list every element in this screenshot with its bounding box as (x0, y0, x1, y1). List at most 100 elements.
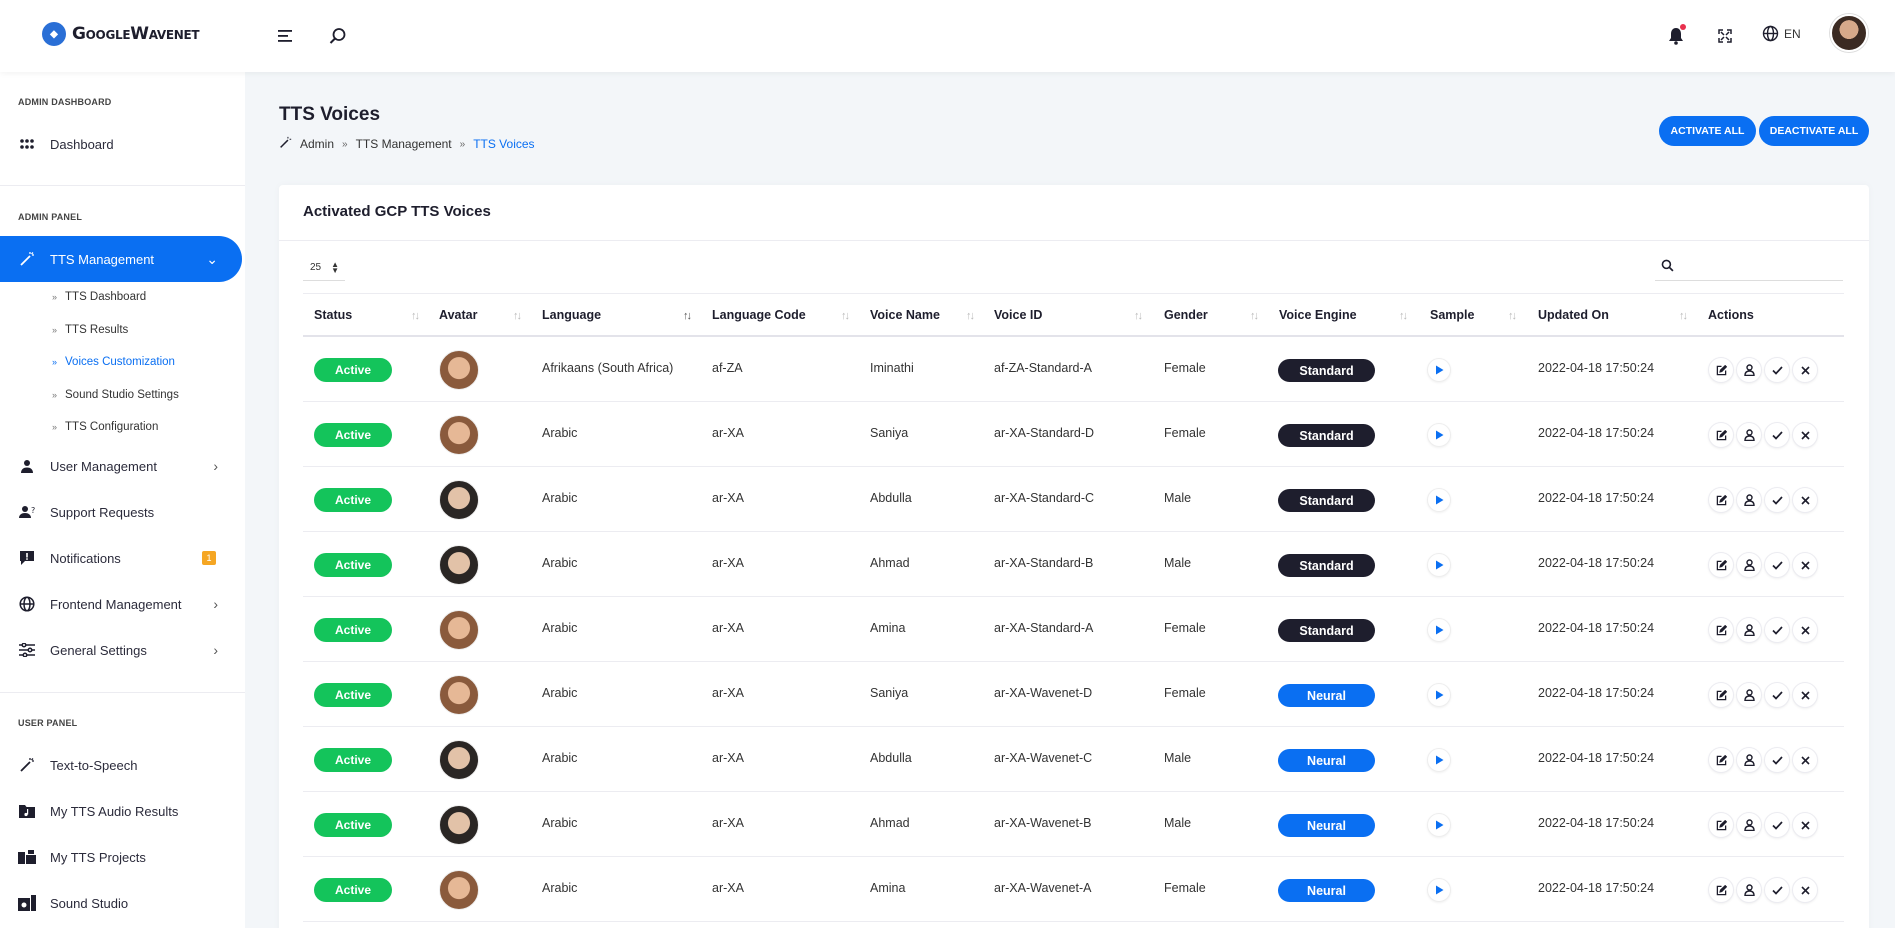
check-button[interactable] (1764, 812, 1790, 838)
user-avatar-edit-button[interactable] (1736, 747, 1762, 773)
check-button[interactable] (1764, 357, 1790, 383)
close-button[interactable] (1792, 877, 1818, 903)
user-avatar-edit-button[interactable] (1736, 422, 1762, 448)
sort-icon[interactable]: ↑↓ (1399, 310, 1408, 322)
check-button[interactable] (1764, 877, 1790, 903)
play-sample-button[interactable] (1427, 813, 1451, 837)
edit-button[interactable] (1708, 877, 1734, 903)
edit-button[interactable] (1708, 487, 1734, 513)
cell-language-code: ar-XA (712, 881, 744, 895)
sidebar-item-sound-studio[interactable]: Sound Studio (0, 880, 242, 926)
check-button[interactable] (1764, 747, 1790, 773)
submenu-sound-studio-settings[interactable]: » Sound Studio Settings (52, 389, 179, 401)
cell-updated-on: 2022-04-18 17:50:24 (1538, 621, 1655, 635)
col-updated-on[interactable]: Updated On (1538, 308, 1609, 322)
sort-icon[interactable]: ↑↓ (1134, 310, 1143, 322)
close-icon (1800, 625, 1810, 635)
play-sample-button[interactable] (1427, 488, 1451, 512)
table-search-input[interactable] (1655, 251, 1843, 281)
user-avatar-edit-button[interactable] (1736, 552, 1762, 578)
sidebar-item-general-settings[interactable]: General Settings › (0, 627, 242, 673)
sidebar-item-tts-management[interactable]: TTS Management ⌄ (0, 236, 242, 282)
language-selector[interactable]: EN (1762, 25, 1801, 42)
close-button[interactable] (1792, 617, 1818, 643)
edit-button[interactable] (1708, 422, 1734, 448)
sidebar-item-frontend-management[interactable]: Frontend Management › (0, 581, 242, 627)
sidebar-item-dashboard[interactable]: Dashboard (0, 121, 242, 167)
bell-icon[interactable] (1664, 24, 1688, 48)
col-voice-id[interactable]: Voice ID (994, 308, 1042, 322)
col-gender[interactable]: Gender (1164, 308, 1208, 322)
close-button[interactable] (1792, 422, 1818, 448)
close-button[interactable] (1792, 812, 1818, 838)
user-avatar-edit-button[interactable] (1736, 357, 1762, 383)
brand-logo[interactable]: ◆ GoogleWavenet (42, 22, 200, 46)
breadcrumb-admin[interactable]: Admin (300, 137, 334, 151)
sort-icon[interactable]: ↑↓ (841, 310, 850, 322)
edit-button[interactable] (1708, 617, 1734, 643)
edit-button[interactable] (1708, 357, 1734, 383)
activate-all-button[interactable]: ACTIVATE ALL (1659, 116, 1756, 146)
col-avatar[interactable]: Avatar (439, 308, 477, 322)
submenu-tts-results[interactable]: » TTS Results (52, 324, 128, 336)
sort-icon[interactable]: ↑↓ (966, 310, 975, 322)
edit-button[interactable] (1708, 812, 1734, 838)
edit-button[interactable] (1708, 747, 1734, 773)
fullscreen-icon[interactable] (1713, 24, 1737, 48)
col-status[interactable]: Status (314, 308, 352, 322)
close-button[interactable] (1792, 552, 1818, 578)
close-button[interactable] (1792, 487, 1818, 513)
play-sample-button[interactable] (1427, 683, 1451, 707)
page-title: TTS Voices (279, 104, 381, 125)
check-icon (1771, 755, 1783, 765)
play-sample-button[interactable] (1427, 358, 1451, 382)
close-button[interactable] (1792, 357, 1818, 383)
sort-asc-icon[interactable]: ↑↓ (683, 310, 692, 322)
user-avatar-edit-button[interactable] (1736, 617, 1762, 643)
edit-button[interactable] (1708, 682, 1734, 708)
play-sample-button[interactable] (1427, 878, 1451, 902)
user-avatar[interactable] (1830, 14, 1868, 52)
submenu-tts-configuration[interactable]: » TTS Configuration (52, 421, 158, 433)
cell-language: Arabic (542, 881, 578, 895)
close-button[interactable] (1792, 747, 1818, 773)
sort-icon[interactable]: ↑↓ (1250, 310, 1259, 322)
submenu-tts-dashboard[interactable]: » TTS Dashboard (52, 291, 146, 303)
sidebar-item-my-tts-audio-results[interactable]: My TTS Audio Results (0, 788, 242, 834)
check-button[interactable] (1764, 422, 1790, 448)
deactivate-all-button[interactable]: DEACTIVATE ALL (1759, 116, 1869, 146)
play-sample-button[interactable] (1427, 423, 1451, 447)
per-page-select[interactable]: 25 ▲ ▼ (303, 255, 345, 281)
check-button[interactable] (1764, 617, 1790, 643)
col-language-code[interactable]: Language Code (712, 308, 806, 322)
sort-icon[interactable]: ↑↓ (411, 310, 420, 322)
user-avatar-edit-button[interactable] (1736, 682, 1762, 708)
col-sample[interactable]: Sample (1430, 308, 1474, 322)
col-voice-name[interactable]: Voice Name (870, 308, 940, 322)
col-voice-engine[interactable]: Voice Engine (1279, 308, 1357, 322)
user-avatar-edit-button[interactable] (1736, 877, 1762, 903)
sidebar-item-notifications[interactable]: Notifications 1 (0, 535, 242, 581)
user-avatar-edit-button[interactable] (1736, 812, 1762, 838)
play-sample-button[interactable] (1427, 748, 1451, 772)
sort-icon[interactable]: ↑↓ (513, 310, 522, 322)
sidebar-item-support-requests[interactable]: ? Support Requests (0, 489, 242, 535)
sort-icon[interactable]: ↑↓ (1679, 310, 1688, 322)
sidebar-item-user-management[interactable]: User Management › (0, 443, 242, 489)
sidebar-item-my-tts-projects[interactable]: My TTS Projects (0, 834, 242, 880)
user-avatar-edit-button[interactable] (1736, 487, 1762, 513)
menu-toggle-icon[interactable] (274, 24, 298, 48)
col-language[interactable]: Language (542, 308, 601, 322)
search-icon[interactable] (326, 24, 350, 48)
submenu-voices-customization[interactable]: » Voices Customization (52, 356, 175, 368)
edit-button[interactable] (1708, 552, 1734, 578)
check-button[interactable] (1764, 487, 1790, 513)
check-button[interactable] (1764, 682, 1790, 708)
play-sample-button[interactable] (1427, 618, 1451, 642)
sort-icon[interactable]: ↑↓ (1508, 310, 1517, 322)
sidebar-item-text-to-speech[interactable]: Text-to-Speech (0, 742, 242, 788)
breadcrumb-tts-management[interactable]: TTS Management (356, 137, 452, 151)
close-button[interactable] (1792, 682, 1818, 708)
check-button[interactable] (1764, 552, 1790, 578)
play-sample-button[interactable] (1427, 553, 1451, 577)
